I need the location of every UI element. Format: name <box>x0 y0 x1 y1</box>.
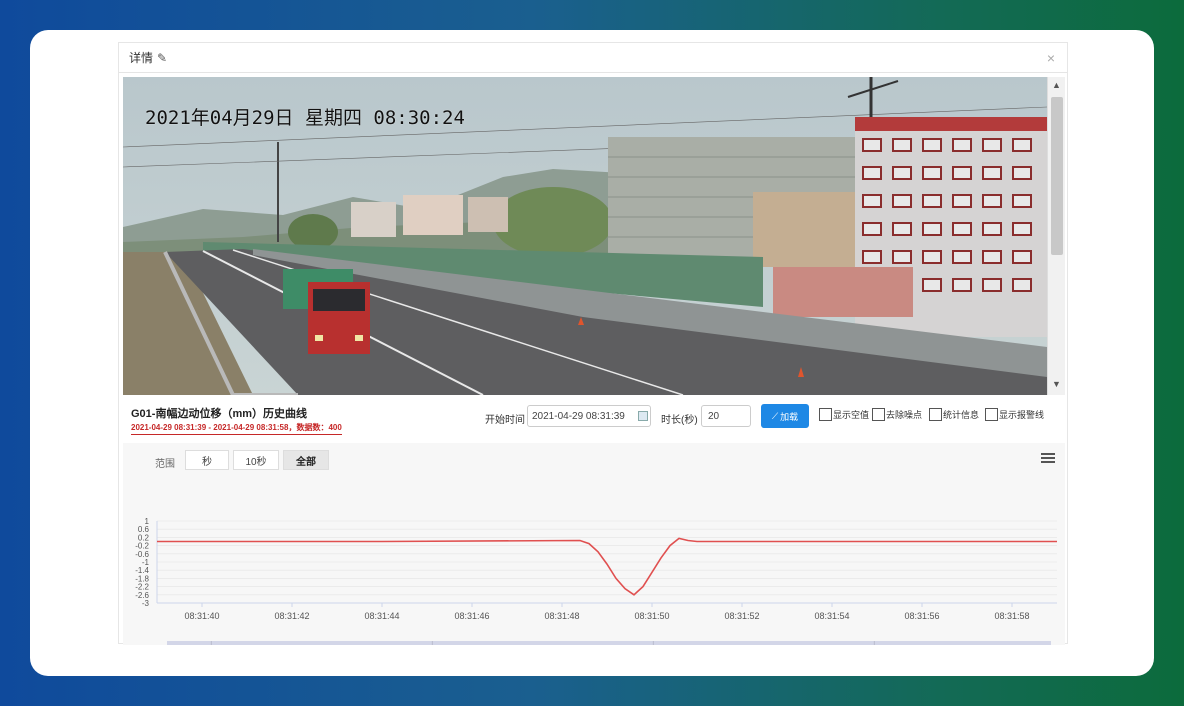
chart-subtitle: 2021-04-29 08:31:39 - 2021-04-29 08:31:5… <box>131 422 342 435</box>
checkbox-label: 统计信息 <box>943 410 980 420</box>
x-tick-label: 08:31:50 <box>634 611 669 621</box>
alarm-line-checkbox[interactable]: 显示报警线 <box>985 408 1044 421</box>
dialog-title: 详情 <box>129 51 154 65</box>
navigator-window <box>167 641 1051 645</box>
load-button[interactable]: ⟋ 加载 <box>761 404 809 428</box>
x-tick-label: 08:31:42 <box>274 611 309 621</box>
vertical-scrollbar[interactable]: ▲ ▼ <box>1047 77 1065 395</box>
scroll-up-icon[interactable]: ▲ <box>1052 80 1061 90</box>
checkbox-label: 显示空值 <box>833 410 870 420</box>
history-chart[interactable]: 10.60.2-0.2-0.6-1-1.4-1.8-2.2-2.6-308:31… <box>123 443 1065 645</box>
x-tick-label: 08:31:44 <box>364 611 399 621</box>
x-tick-label: 08:31:58 <box>994 611 1029 621</box>
duration-label: 时长(秒) <box>661 415 698 426</box>
content-card: 详情 ✎ × 2021年04月29日 星期四 08:30:24 ▲ ▼ G01-… <box>30 30 1154 676</box>
checkbox-box[interactable] <box>819 408 832 421</box>
checkbox-box[interactable] <box>985 408 998 421</box>
denoise-checkbox[interactable]: 去除噪点 <box>872 408 922 421</box>
start-time-label: 开始时间 <box>485 415 525 426</box>
detail-dialog: 详情 ✎ × 2021年04月29日 星期四 08:30:24 ▲ ▼ G01-… <box>118 42 1068 645</box>
y-tick-label: -3 <box>142 599 150 608</box>
checkbox-label: 去除噪点 <box>886 410 923 420</box>
checkbox-box[interactable] <box>929 408 942 421</box>
x-tick-label: 08:31:48 <box>544 611 579 621</box>
scroll-down-icon[interactable]: ▼ <box>1052 379 1061 389</box>
close-button[interactable]: × <box>1047 50 1055 66</box>
dialog-header: 详情 ✎ × <box>119 43 1067 73</box>
x-tick-label: 08:31:56 <box>904 611 939 621</box>
start-time-input[interactable]: 2021-04-29 08:31:39 <box>527 405 651 427</box>
chart-title: G01-南幅边动位移（mm）历史曲线 <box>131 408 308 420</box>
start-time-value: 2021-04-29 08:31:39 <box>532 411 625 422</box>
scroll-thumb[interactable] <box>1051 97 1063 255</box>
calendar-icon[interactable] <box>638 411 648 421</box>
checkbox-label: 显示报警线 <box>999 410 1045 420</box>
x-tick-label: 08:31:54 <box>814 611 849 621</box>
camera-snapshot: 2021年04月29日 星期四 08:30:24 <box>123 77 1047 395</box>
show-null-checkbox[interactable]: 显示空值 <box>819 408 869 421</box>
x-tick-label: 08:31:52 <box>724 611 759 621</box>
load-button-label: 加载 <box>780 411 799 422</box>
x-tick-label: 08:31:46 <box>454 611 489 621</box>
chart-icon: ⟋ <box>771 410 779 421</box>
duration-input[interactable]: 20 <box>701 405 751 427</box>
x-tick-label: 08:31:40 <box>184 611 219 621</box>
timestamp-overlay: 2021年04月29日 星期四 08:30:24 <box>145 107 465 129</box>
statistics-checkbox[interactable]: 统计信息 <box>929 408 979 421</box>
edit-icon[interactable]: ✎ <box>157 51 167 65</box>
checkbox-box[interactable] <box>872 408 885 421</box>
